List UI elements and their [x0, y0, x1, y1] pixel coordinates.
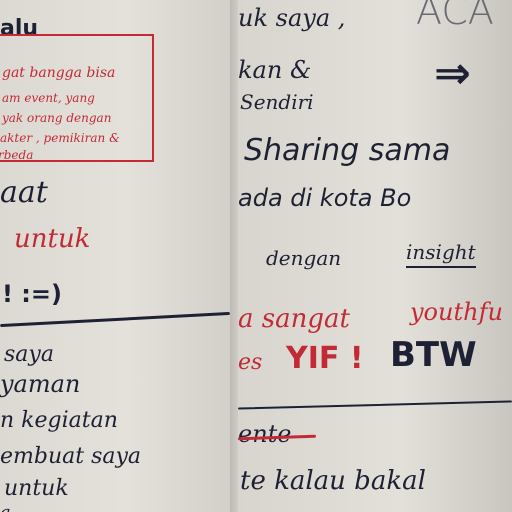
- right-line-2: kan &: [238, 56, 312, 84]
- right-whiteboard-panel: uk saya , kan & Sendiri ACA ⇒ Sharing sa…: [238, 0, 512, 512]
- box-line-3: yak orang dengan: [2, 111, 112, 125]
- left-line-aat: aat: [0, 175, 48, 210]
- right-line-4: Sharing sama: [244, 133, 451, 168]
- right-line-7-right: youthfu: [410, 298, 503, 326]
- box-line-1: gat bangga bisa: [2, 65, 116, 81]
- right-line-1: uk saya ,: [238, 4, 346, 32]
- right-struck-word: ente: [238, 420, 292, 448]
- right-line-5: ada di kota Bo: [238, 184, 412, 212]
- panel-gap: [230, 0, 238, 512]
- box-line-2: am event, yang: [2, 91, 95, 105]
- red-note-box: gat bangga bisa am event, yang yak orang…: [0, 34, 154, 162]
- box-line-5: rbeda: [0, 148, 34, 162]
- list-item-4: embuat saya: [0, 444, 142, 469]
- list-item-2: yaman: [0, 370, 81, 398]
- right-line-9: te kalau bakal: [240, 466, 426, 496]
- right-line-6: dengan: [266, 246, 342, 270]
- left-line-untuk: untuk: [14, 224, 91, 254]
- right-line-8-btw: BTW: [390, 335, 477, 375]
- right-line-8-left: es: [238, 350, 263, 375]
- arrow-icon: ⇒: [434, 48, 471, 99]
- left-whiteboard-panel: alu gat bangga bisa am event, yang yak o…: [0, 0, 230, 512]
- left-divider-line: [0, 311, 230, 328]
- list-item-5: untuk: [4, 476, 69, 501]
- right-divider-line: [238, 400, 512, 410]
- list-item-1: saya: [4, 342, 54, 367]
- top-corner-text: ACA: [416, 0, 494, 33]
- box-line-4: akter , pemikiran &: [0, 131, 120, 145]
- left-line-emoji: ! :=): [2, 280, 62, 308]
- right-line-3: Sendiri: [240, 90, 314, 114]
- list-item-6: a: [0, 504, 11, 512]
- right-line-8-yif: YIF !: [286, 341, 364, 376]
- right-line-7: a sangat: [238, 304, 350, 334]
- right-line-6-underlined: insight: [406, 242, 476, 268]
- list-item-3: n kegiatan: [0, 408, 118, 433]
